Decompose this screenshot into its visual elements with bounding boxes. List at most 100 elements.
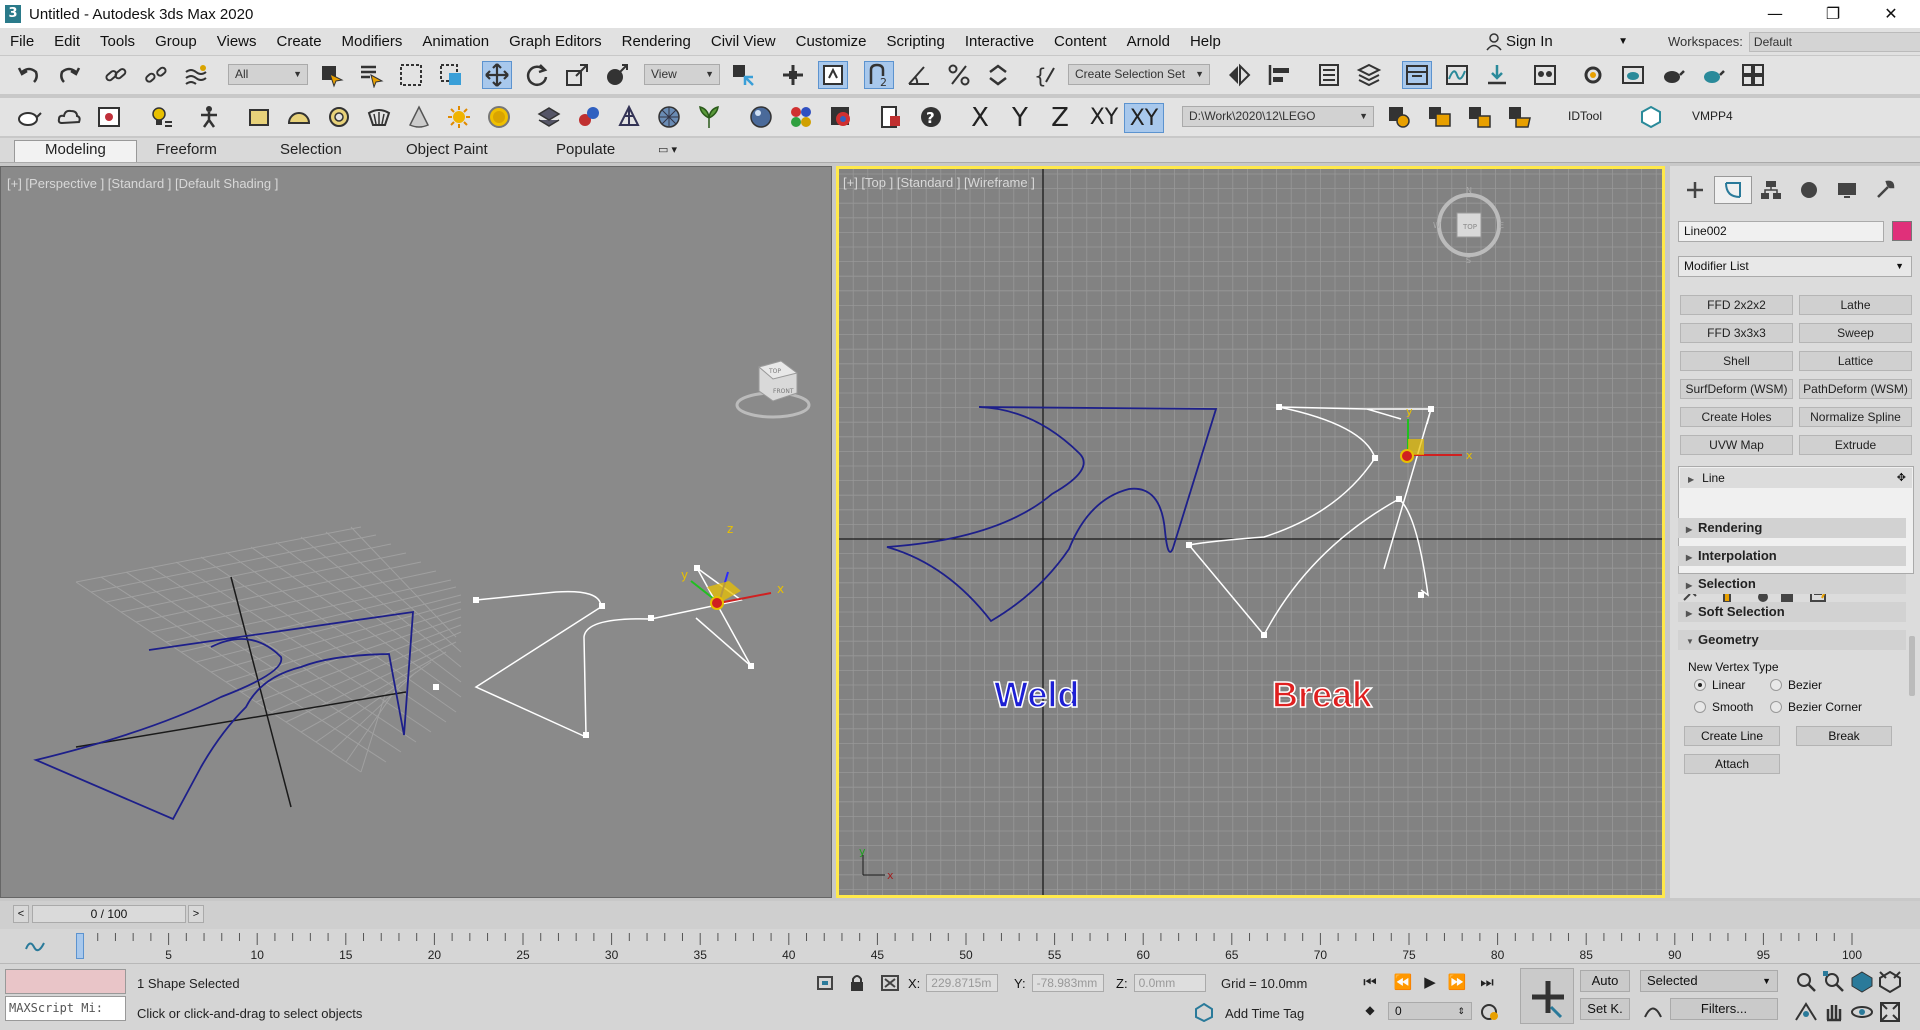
project-folder-button[interactable]: [1424, 103, 1454, 131]
create-line-button[interactable]: Create Line: [1684, 726, 1780, 746]
vertex-type-smooth[interactable]: Smooth: [1694, 700, 1753, 714]
play-icon[interactable]: ▶: [1419, 972, 1441, 992]
modifier-extrude-button[interactable]: Extrude: [1799, 435, 1912, 455]
menu-tools[interactable]: Tools: [90, 33, 145, 50]
menu-animation[interactable]: Animation: [412, 33, 499, 50]
tab-modify[interactable]: [1714, 176, 1752, 204]
curve-editor-button[interactable]: [1442, 61, 1472, 89]
tab-display[interactable]: [1828, 176, 1866, 204]
rectangular-selection-button[interactable]: [396, 61, 426, 89]
menu-graph-editors[interactable]: Graph Editors: [499, 33, 612, 50]
modifier-sweep-button[interactable]: Sweep: [1799, 323, 1912, 343]
key-tangent-icon[interactable]: [1642, 998, 1664, 1020]
light-lister-button[interactable]: [146, 103, 176, 131]
modifier-surfdeform-button[interactable]: SurfDeform (WSM): [1680, 379, 1793, 399]
modifier-normalize-spline-button[interactable]: Normalize Spline: [1799, 407, 1912, 427]
current-frame-field[interactable]: 0 ⇕: [1388, 1002, 1472, 1020]
go-to-end-icon[interactable]: ⏭: [1476, 972, 1498, 992]
menu-group[interactable]: Group: [145, 33, 207, 50]
render-in-cloud-button[interactable]: [1698, 61, 1728, 89]
auto-key-button[interactable]: Auto: [1580, 970, 1630, 992]
project-open-button[interactable]: [1504, 103, 1534, 131]
window-crossing-button[interactable]: [436, 61, 466, 89]
top-viewport[interactable]: y x TOP N S E W y x [+] [Top ] [Standard…: [836, 166, 1665, 898]
restrict-y-button[interactable]: Y: [1002, 103, 1038, 133]
select-object-button[interactable]: [316, 61, 346, 89]
angle-snap-button[interactable]: [904, 61, 934, 89]
menu-content[interactable]: Content: [1044, 33, 1117, 50]
ribbon-options-icon[interactable]: ▭ ▾: [658, 143, 677, 156]
hemisphere-button[interactable]: [284, 103, 314, 131]
vmpp4-button[interactable]: VMPP4: [1692, 109, 1733, 123]
zoom-icon[interactable]: [1794, 970, 1818, 994]
move-button[interactable]: [482, 61, 512, 89]
named-selection-sets-dropdown[interactable]: Create Selection Set ▼: [1068, 64, 1210, 85]
command-panel-scrollbar[interactable]: [1909, 636, 1915, 696]
vertex-type-bezier[interactable]: Bezier: [1770, 678, 1822, 692]
multi-material-button[interactable]: [786, 103, 816, 131]
render-frame-button[interactable]: [826, 103, 856, 131]
key-filter-selected-dropdown[interactable]: Selected ▼: [1640, 970, 1778, 992]
view-compass[interactable]: TOP N S E W: [1433, 186, 1504, 265]
object-color-swatch[interactable]: [1892, 221, 1912, 241]
time-slider[interactable]: 0 / 100: [32, 905, 186, 923]
tab-selection[interactable]: Selection: [280, 141, 342, 158]
rollout-rendering[interactable]: ▶ Rendering: [1678, 518, 1906, 538]
material-editor-button[interactable]: [1530, 61, 1560, 89]
bind-space-warp-button[interactable]: [181, 61, 211, 89]
time-prev-button[interactable]: <: [13, 905, 29, 923]
field-of-view-icon[interactable]: [1794, 1000, 1818, 1024]
view-cube[interactable]: TOP FRONT: [735, 360, 811, 419]
zoom-extents-all-icon[interactable]: [1878, 970, 1902, 994]
restrict-xy-cycle-button[interactable]: XY: [1124, 103, 1164, 133]
set-key-mode-button[interactable]: Set K.: [1580, 998, 1630, 1020]
percent-snap-button[interactable]: [944, 61, 974, 89]
material-sphere-button[interactable]: [746, 103, 776, 131]
coord-x-field[interactable]: 229.8715m: [926, 974, 999, 992]
place-button[interactable]: [602, 61, 632, 89]
modifier-list-dropdown[interactable]: Modifier List ▼: [1678, 256, 1912, 277]
rollout-interpolation[interactable]: ▶ Interpolation: [1678, 546, 1906, 566]
modifier-ffd-2x2x2-button[interactable]: FFD 2x2x2: [1680, 295, 1793, 315]
rollout-selection[interactable]: ▶ Selection: [1678, 574, 1906, 594]
rollout-geometry[interactable]: ▼ Geometry: [1678, 630, 1906, 650]
rotate-button[interactable]: [522, 61, 552, 89]
tab-create[interactable]: [1676, 176, 1714, 204]
perspective-viewport[interactable]: [+] [Perspective ] [Standard ] [Default …: [0, 166, 832, 898]
cone-button[interactable]: [404, 103, 434, 131]
maximize-button[interactable]: ❐: [1804, 0, 1862, 28]
teapot-create-button[interactable]: [14, 103, 44, 131]
modifier-pathdeform-button[interactable]: PathDeform (WSM): [1799, 379, 1912, 399]
workspace-select[interactable]: Default ▼: [1748, 31, 1920, 52]
render-production-button[interactable]: [1658, 61, 1688, 89]
key-mode-toggle-icon[interactable]: ◆: [1359, 1000, 1381, 1020]
select-manipulate-button[interactable]: [778, 61, 808, 89]
array-button[interactable]: [534, 103, 564, 131]
cloud-button[interactable]: [54, 103, 84, 131]
a360-gallery-button[interactable]: [1738, 61, 1768, 89]
box-button[interactable]: [244, 103, 274, 131]
spinner-snap-button[interactable]: [984, 61, 1014, 89]
particle-flow-button[interactable]: [574, 103, 604, 131]
selection-filter-dropdown[interactable]: All ▼: [228, 64, 308, 85]
break-button[interactable]: Break: [1796, 726, 1892, 746]
rollout-soft-selection[interactable]: ▶ Soft Selection: [1678, 602, 1906, 622]
menu-interactive[interactable]: Interactive: [955, 33, 1044, 50]
absolute-mode-icon[interactable]: [880, 974, 900, 992]
object-name-field[interactable]: Line002: [1678, 221, 1884, 242]
vmpp-icon-button[interactable]: [1636, 103, 1666, 131]
restrict-xy-button[interactable]: XY: [1084, 103, 1124, 133]
keyboard-shortcut-override-button[interactable]: [818, 61, 848, 89]
menu-edit[interactable]: Edit: [44, 33, 90, 50]
project-path-dropdown[interactable]: D:\Work\2020\12\LEGO ▼: [1182, 106, 1374, 127]
schematic-view-button[interactable]: [1482, 61, 1512, 89]
tab-modeling[interactable]: Modeling: [14, 140, 137, 162]
sign-in-button[interactable]: Sign In ▼: [1486, 28, 1634, 55]
maxscript-listener-output[interactable]: [5, 969, 126, 994]
tab-populate[interactable]: Populate: [556, 141, 615, 158]
foliage-button[interactable]: [694, 103, 724, 131]
orbit-icon[interactable]: [1850, 1000, 1874, 1024]
rendered-frame-window-button[interactable]: [1618, 61, 1648, 89]
pivot-center-button[interactable]: [728, 61, 758, 89]
modifier-create-holes-button[interactable]: Create Holes: [1680, 407, 1793, 427]
